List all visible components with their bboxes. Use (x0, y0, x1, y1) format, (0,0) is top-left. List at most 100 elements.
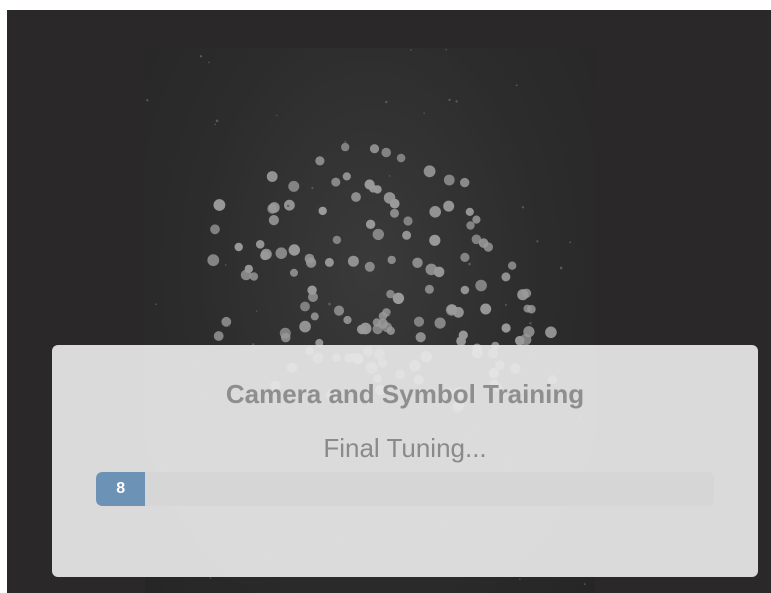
dot (483, 242, 493, 252)
speck (504, 303, 507, 306)
speck (214, 123, 216, 126)
progress-bar: 8 (96, 472, 714, 506)
dot (433, 266, 445, 278)
speck (224, 264, 227, 266)
dot (255, 240, 265, 249)
dot (266, 171, 278, 182)
dot (318, 206, 327, 216)
speck (311, 186, 314, 189)
dot (300, 301, 310, 312)
dot (290, 268, 298, 277)
dot (373, 185, 382, 194)
dot (472, 215, 481, 224)
speck (515, 84, 518, 87)
dot (364, 261, 375, 272)
dot (275, 247, 288, 259)
speck (448, 98, 451, 102)
dot (260, 248, 272, 260)
dot (389, 198, 400, 209)
dot (443, 174, 455, 186)
speck (209, 577, 212, 579)
dot (364, 179, 375, 190)
dot (423, 165, 436, 178)
dot (508, 261, 517, 270)
dot (402, 230, 412, 240)
dot (268, 215, 279, 226)
speck (155, 303, 157, 305)
dot (207, 254, 220, 267)
speck (410, 49, 412, 51)
dot (369, 144, 380, 154)
speck (199, 55, 203, 58)
dot (460, 252, 470, 262)
dot (387, 255, 396, 265)
dot (351, 192, 361, 202)
speck (519, 578, 521, 580)
dot (347, 255, 359, 267)
speck (536, 240, 539, 243)
dot (213, 199, 226, 211)
dot (396, 153, 406, 163)
dot (466, 221, 475, 230)
speck (287, 204, 290, 207)
dot (234, 242, 243, 252)
status-text: Final Tuning... (323, 433, 487, 463)
speck (388, 175, 391, 177)
dot (429, 206, 442, 218)
speck (521, 206, 525, 209)
dot (527, 304, 536, 314)
dot (471, 234, 482, 245)
dot (377, 318, 388, 329)
dot (480, 303, 492, 315)
speck (569, 241, 572, 244)
speck (146, 99, 149, 102)
dot (299, 320, 311, 333)
progress-bar-fill: 8 (96, 472, 146, 506)
speck (445, 48, 447, 51)
dot (475, 279, 487, 292)
dot (386, 326, 395, 335)
dot (305, 257, 317, 268)
dot (429, 234, 441, 246)
dot (333, 305, 345, 316)
dialog-title: Camera and Symbol Training (225, 379, 585, 409)
speck (455, 100, 458, 103)
dot (331, 177, 341, 187)
speck (423, 112, 425, 115)
dot (284, 199, 295, 211)
speck (559, 266, 563, 270)
speck (328, 302, 331, 306)
dot (372, 228, 384, 241)
dot (390, 208, 399, 218)
dot (288, 180, 300, 192)
dot (523, 326, 535, 338)
dot (342, 172, 351, 181)
progress-label: 8 (116, 480, 126, 497)
dot (415, 332, 426, 343)
training-progress-dialog: Camera and Symbol Training Final Tuning.… (52, 345, 758, 577)
dot (460, 177, 470, 188)
dot (213, 331, 224, 341)
speck (389, 313, 391, 315)
speck (227, 325, 230, 327)
dot (453, 306, 464, 318)
app-frame: Camera and Symbol Training Final Tuning.… (0, 0, 771, 593)
dot (381, 147, 391, 158)
dot (545, 326, 557, 339)
dot (308, 292, 318, 302)
dot (413, 316, 425, 327)
speck (255, 310, 258, 312)
speck (276, 114, 278, 117)
dot (412, 257, 423, 268)
dot (443, 200, 455, 212)
speck (529, 322, 532, 325)
dot (521, 288, 532, 298)
camera-viewport: Camera and Symbol Training Final Tuning.… (7, 10, 771, 593)
dot (343, 315, 352, 325)
dot (460, 285, 470, 295)
speck (583, 583, 586, 585)
dot (324, 257, 334, 267)
dot (403, 216, 413, 226)
speck (208, 61, 210, 64)
dot (240, 269, 252, 281)
